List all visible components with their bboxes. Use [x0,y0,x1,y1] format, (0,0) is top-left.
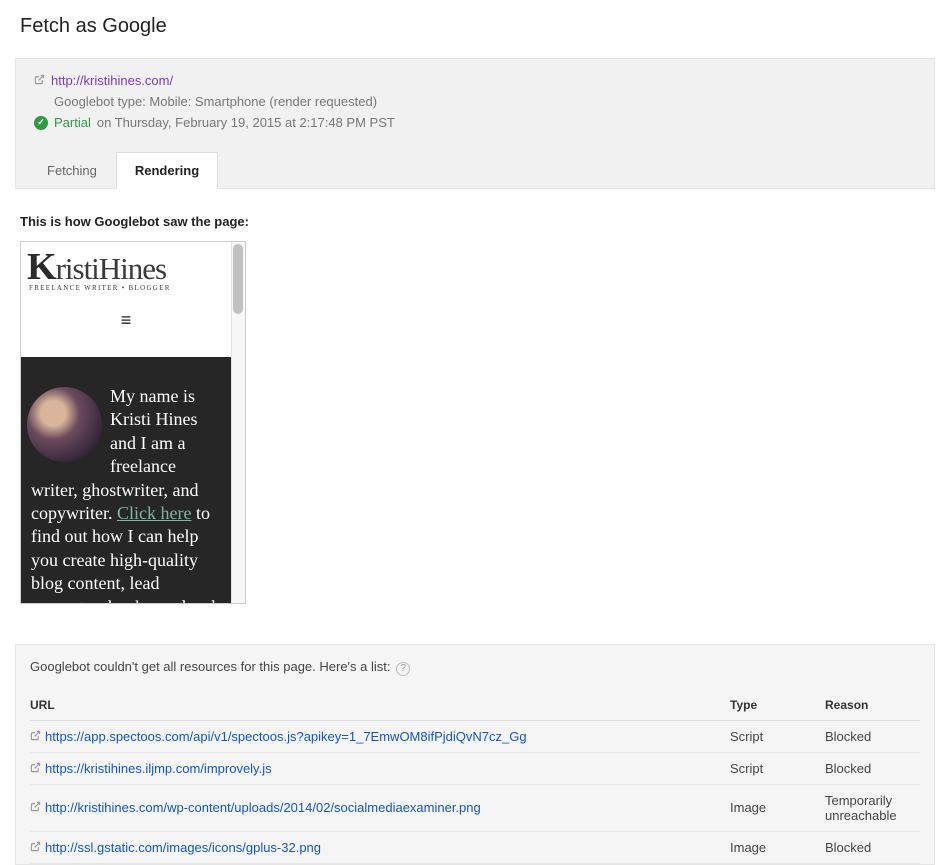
resources-panel: Googlebot couldn't get all resources for… [15,644,935,865]
avatar [27,387,102,462]
external-link-icon [34,74,45,88]
logo-subtitle: FREELANCE WRITER • BLOGGER [29,284,225,292]
resource-url-link[interactable]: https://app.spectoos.com/api/v1/spectoos… [45,729,527,744]
col-type-header[interactable]: Type [730,690,825,721]
reason-cell: Temporarily unreachable [825,784,920,831]
section-heading: This is how Googlebot saw the page: [20,214,930,229]
fetch-panel: http://kristihines.com/ Googlebot type: … [15,58,935,189]
tab-fetching[interactable]: Fetching [28,152,116,189]
logo-main: KristiHines [27,248,225,286]
resource-url-link[interactable]: https://kristihines.iljmp.com/improvely.… [45,761,272,776]
page-title: Fetch as Google [0,0,950,58]
check-icon: ✓ [34,116,48,130]
hero-link: Click here [117,503,191,523]
status-label: Partial [54,115,91,130]
fetch-status-row: ✓ Partial on Thursday, February 19, 2015… [34,115,916,130]
reason-cell: Blocked [825,831,920,863]
scrollbar-track[interactable] [231,242,245,603]
resource-url-link[interactable]: http://ssl.gstatic.com/images/icons/gplu… [45,840,321,855]
status-date: on Thursday, February 19, 2015 at 2:17:4… [97,115,395,130]
url-cell: https://app.spectoos.com/api/v1/spectoos… [30,720,730,752]
external-link-icon [30,843,41,855]
fetch-url-link[interactable]: http://kristihines.com/ [51,73,173,88]
table-row: http://ssl.gstatic.com/images/icons/gplu… [30,831,920,863]
external-link-icon [30,803,41,815]
help-icon[interactable]: ? [396,662,410,676]
url-cell: http://ssl.gstatic.com/images/icons/gplu… [30,831,730,863]
type-cell: Image [730,784,825,831]
table-row: http://kristihines.com/wp-content/upload… [30,784,920,831]
reason-cell: Blocked [825,752,920,784]
url-cell: https://kristihines.iljmp.com/improvely.… [30,752,730,784]
hero-section: My name is Kristi Hines and I am a freel… [21,357,231,603]
external-link-icon [30,764,41,776]
table-row: https://kristihines.iljmp.com/improvely.… [30,752,920,784]
col-url-header[interactable]: URL [30,690,730,721]
url-cell: http://kristihines.com/wp-content/upload… [30,784,730,831]
render-inner: KristiHines FREELANCE WRITER • BLOGGER ≡… [21,242,231,603]
content-area: This is how Googlebot saw the page: Kris… [0,189,950,629]
scrollbar-thumb[interactable] [233,244,243,314]
resource-url-link[interactable]: http://kristihines.com/wp-content/upload… [45,800,481,815]
tabs: Fetching Rendering [16,152,934,188]
googlebot-info: Googlebot type: Mobile: Smartphone (rend… [54,94,916,109]
fetch-header: http://kristihines.com/ Googlebot type: … [16,59,934,142]
table-row: https://app.spectoos.com/api/v1/spectoos… [30,720,920,752]
fetch-url-row: http://kristihines.com/ [34,73,916,88]
type-cell: Image [730,831,825,863]
resources-table: URL Type Reason https://app.spectoos.com… [30,690,920,864]
render-preview: KristiHines FREELANCE WRITER • BLOGGER ≡… [20,241,246,604]
external-link-icon [30,732,41,744]
type-cell: Script [730,720,825,752]
reason-cell: Blocked [825,720,920,752]
col-reason-header[interactable]: Reason [825,690,920,721]
resources-heading: Googlebot couldn't get all resources for… [30,659,920,676]
site-logo: KristiHines FREELANCE WRITER • BLOGGER [21,242,231,298]
type-cell: Script [730,752,825,784]
hamburger-icon: ≡ [21,298,231,349]
tab-rendering[interactable]: Rendering [116,152,218,189]
